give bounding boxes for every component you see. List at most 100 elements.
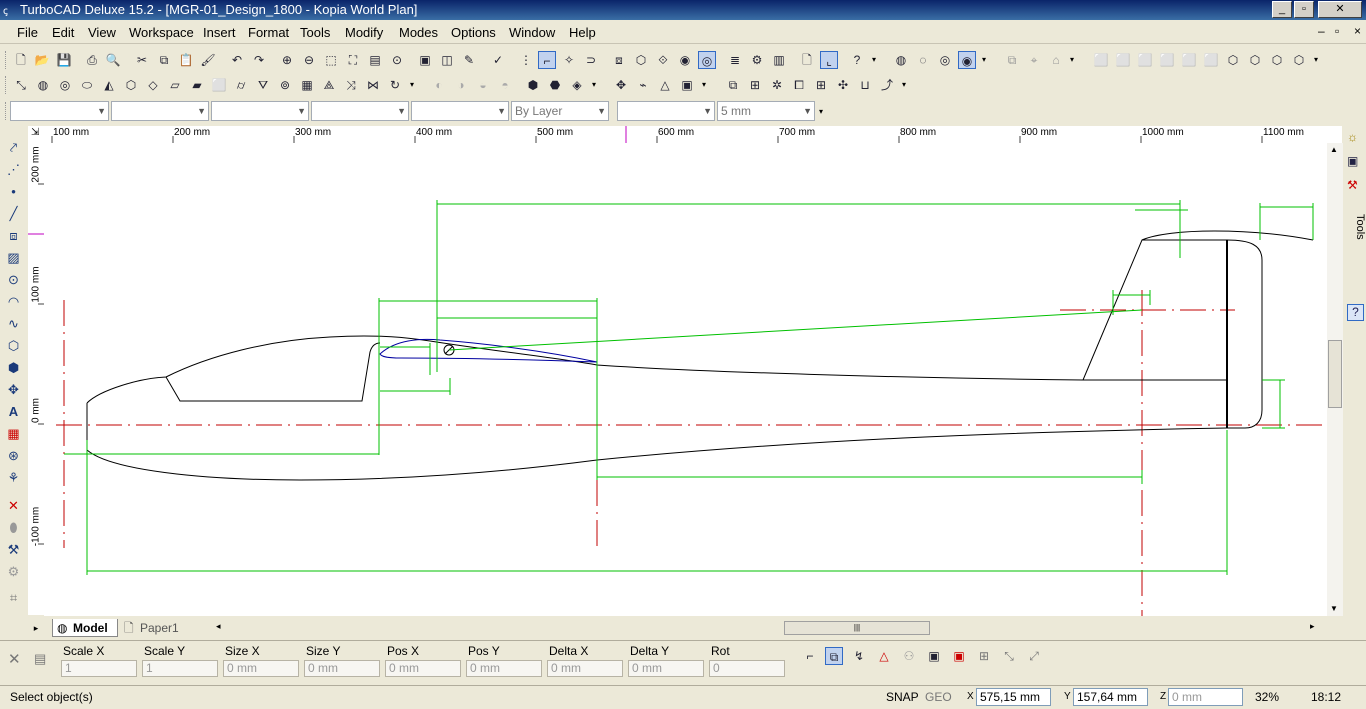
- mdi-restore-icon[interactable]: ▫: [1335, 24, 1339, 38]
- delta-x-field[interactable]: 0 mm: [547, 660, 623, 677]
- node-edit-icon[interactable]: ⌁: [634, 76, 652, 94]
- menu-window[interactable]: Window: [509, 25, 555, 40]
- minimize-icon[interactable]: _: [1272, 1, 1292, 18]
- duplicate-icon[interactable]: ⧠: [790, 76, 808, 94]
- mdi-minimize-icon[interactable]: –: [1318, 24, 1325, 38]
- zoom-pan-icon[interactable]: ⊙: [388, 51, 406, 69]
- copy-array-icon[interactable]: ⧉: [724, 76, 742, 94]
- align-1-icon[interactable]: ⧉: [1003, 51, 1021, 69]
- palette-icon[interactable]: ▣: [1347, 154, 1364, 171]
- turbocad-icon[interactable]: ꞔ: [3, 3, 16, 17]
- text-icon[interactable]: A: [4, 402, 23, 421]
- select-icon[interactable]: ⤤: [4, 138, 23, 157]
- ellipsoid-icon[interactable]: ⬭: [78, 76, 96, 94]
- view-top-icon[interactable]: ⬜: [1136, 51, 1154, 69]
- image-frame-icon[interactable]: ▣: [678, 76, 696, 94]
- menu-insert[interactable]: Insert: [203, 25, 236, 40]
- line-width-combo[interactable]: ▼: [311, 101, 409, 121]
- view-iso-3-icon[interactable]: ⬡: [1268, 51, 1286, 69]
- scroll-left-icon[interactable]: ◂: [216, 621, 221, 632]
- menu-workspace[interactable]: Workspace: [129, 25, 194, 40]
- toolbar-grip[interactable]: [5, 102, 9, 120]
- extrude-icon[interactable]: ⟁: [320, 76, 338, 94]
- render-2-icon[interactable]: ◌: [914, 51, 932, 69]
- cone-icon[interactable]: ⛛: [254, 76, 272, 94]
- table-icon[interactable]: ▤: [34, 651, 46, 667]
- layers-icon[interactable]: ≣: [726, 51, 744, 69]
- transform-icon[interactable]: ⟐: [654, 51, 672, 69]
- scale-x-field[interactable]: 1: [61, 660, 137, 677]
- eye-icon[interactable]: ◉: [676, 51, 694, 69]
- rectangle-icon[interactable]: ⧈: [4, 226, 23, 245]
- toolbar-dropdown-icon[interactable]: ▾: [1314, 51, 1320, 69]
- align-2-icon[interactable]: ⌖: [1025, 51, 1043, 69]
- open-folder-icon[interactable]: 📂: [33, 51, 51, 69]
- array-icon[interactable]: ⊞: [746, 76, 764, 94]
- delta-y-field[interactable]: 0 mm: [628, 660, 704, 677]
- inspector-tool-5-icon[interactable]: ⚇: [900, 647, 918, 665]
- mdi-close-icon[interactable]: ×: [1354, 24, 1361, 38]
- toolbar-dropdown-icon[interactable]: ▾: [702, 76, 708, 94]
- symbol-icon[interactable]: ⊛: [4, 446, 23, 465]
- inspector-tool-2-icon[interactable]: ⧉: [825, 647, 843, 665]
- line-style-combo[interactable]: ▼: [211, 101, 309, 121]
- cylinder-icon[interactable]: ⌭: [232, 76, 250, 94]
- point-icon[interactable]: •: [4, 182, 23, 201]
- scale-y-field[interactable]: 1: [142, 660, 218, 677]
- color-fill-icon[interactable]: ▦: [4, 424, 23, 443]
- components-icon[interactable]: ⚙: [4, 562, 23, 581]
- toolbar-dropdown-icon[interactable]: ▾: [819, 103, 825, 121]
- view-right-icon[interactable]: ⬜: [1202, 51, 1220, 69]
- print-icon[interactable]: ⎙: [83, 51, 101, 69]
- help-icon[interactable]: ?: [1347, 304, 1364, 321]
- shape-3d-icon[interactable]: ⬡: [4, 336, 23, 355]
- line-icon[interactable]: ╱: [4, 204, 23, 223]
- pen-color-combo[interactable]: ▼: [111, 101, 209, 121]
- menu-file[interactable]: File: [17, 25, 38, 40]
- magnet-icon[interactable]: ⊃: [582, 51, 600, 69]
- scroll-down-icon[interactable]: ▼: [1330, 604, 1338, 613]
- move-cross-icon[interactable]: ✥: [4, 380, 23, 399]
- polyline-icon[interactable]: ⋰: [4, 160, 23, 179]
- size-x-field[interactable]: 0 mm: [223, 660, 299, 677]
- paste-icon[interactable]: 📋: [177, 51, 195, 69]
- inspector-tool-7-icon[interactable]: ▣: [950, 647, 968, 665]
- menu-format[interactable]: Format: [248, 25, 289, 40]
- cube-icon[interactable]: ⬡: [122, 76, 140, 94]
- toolbar-dropdown-icon[interactable]: ▾: [592, 76, 598, 94]
- boolean-1-icon[interactable]: ◐: [430, 76, 448, 94]
- menu-tools[interactable]: Tools: [300, 25, 330, 40]
- view-iso-1-icon[interactable]: ⬡: [1224, 51, 1242, 69]
- layer-icon[interactable]: ⧈: [610, 51, 628, 69]
- scroll-thumb[interactable]: [1328, 340, 1342, 408]
- boolean-3-icon[interactable]: ◒: [474, 76, 492, 94]
- menu-modes[interactable]: Modes: [399, 25, 438, 40]
- undo-icon[interactable]: ↶: [228, 51, 246, 69]
- toolbar-dropdown-icon[interactable]: ▾: [1070, 51, 1076, 69]
- snap-icon[interactable]: ✧: [560, 51, 578, 69]
- move-icon[interactable]: ✥: [612, 76, 630, 94]
- menu-options[interactable]: Options: [451, 25, 496, 40]
- horizontal-scroll-thumb[interactable]: |||: [784, 621, 930, 635]
- sphere-icon[interactable]: ◍: [34, 76, 52, 94]
- slab-icon[interactable]: ▱: [166, 76, 184, 94]
- subtract-icon[interactable]: ⬣: [546, 76, 564, 94]
- loft-icon[interactable]: ⋈: [364, 76, 382, 94]
- rot-field[interactable]: 0: [709, 660, 785, 677]
- lasso-icon[interactable]: ⤴: [878, 76, 896, 94]
- intersect-icon[interactable]: ◈: [568, 76, 586, 94]
- node-icon[interactable]: ⚘: [4, 468, 23, 487]
- x-coordinate-field[interactable]: 575,15 mm: [976, 688, 1051, 706]
- hatch-icon[interactable]: ▨: [4, 248, 23, 267]
- close-icon[interactable]: ✕: [8, 650, 21, 668]
- add-icon[interactable]: ⬢: [524, 76, 542, 94]
- view-left-icon[interactable]: ⬜: [1180, 51, 1198, 69]
- render-icon[interactable]: ◫: [438, 51, 456, 69]
- zoom-extents-icon[interactable]: ⛶: [344, 51, 362, 69]
- box-icon[interactable]: ⬡: [632, 51, 650, 69]
- render-1-icon[interactable]: ◍: [892, 51, 910, 69]
- target-icon[interactable]: ⊚: [276, 76, 294, 94]
- render-mode-icon[interactable]: ◎: [698, 51, 716, 69]
- grid-icon[interactable]: ⋮: [517, 51, 535, 69]
- menu-help[interactable]: Help: [569, 25, 596, 40]
